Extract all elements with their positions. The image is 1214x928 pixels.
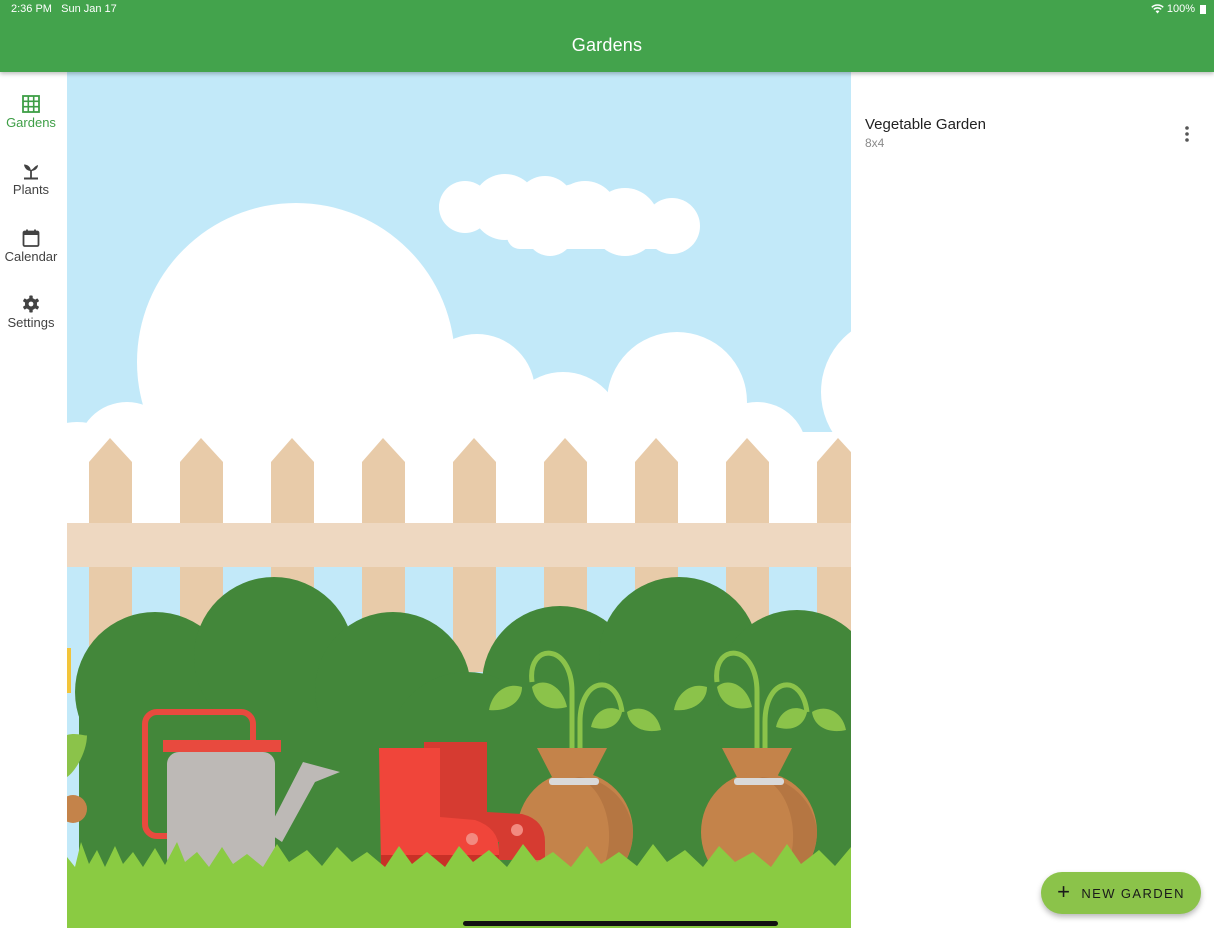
status-clock: 2:36 PM xyxy=(11,3,52,15)
plus-icon: + xyxy=(1057,879,1072,904)
garden-list-panel: Vegetable Garden 8x4 xyxy=(851,101,1214,928)
garden-scene-image xyxy=(67,72,851,928)
gear-icon xyxy=(23,295,39,313)
garden-size: 8x4 xyxy=(865,136,885,150)
battery-icon xyxy=(1200,4,1206,14)
nav-label: Plants xyxy=(12,182,50,197)
navigation-rail: Gardens Plants Calendar Settings xyxy=(0,72,67,928)
nav-item-plants[interactable]: Plants xyxy=(0,161,62,221)
more-vert-icon[interactable] xyxy=(1184,125,1190,143)
nav-label: Gardens xyxy=(6,115,56,130)
status-date: Sun Jan 17 xyxy=(61,3,117,15)
new-garden-button[interactable]: + NEW GARDEN xyxy=(1041,872,1201,914)
home-indicator xyxy=(463,921,778,926)
wifi-icon xyxy=(1151,4,1164,14)
garden-name: Vegetable Garden xyxy=(865,116,986,133)
battery-percent: 100% xyxy=(1166,3,1195,15)
garden-illustration xyxy=(67,72,851,928)
status-indicators: 100% xyxy=(1151,3,1206,15)
status-time: 2:36 PM Sun Jan 17 xyxy=(11,3,117,15)
page-title: Gardens xyxy=(571,35,643,55)
nav-label: Settings xyxy=(7,315,55,330)
new-garden-label: NEW GARDEN xyxy=(1081,885,1185,901)
nav-label: Calendar xyxy=(4,249,58,264)
grid-icon xyxy=(22,95,40,113)
calendar-icon xyxy=(22,229,40,247)
sprout-icon xyxy=(24,164,38,180)
app-bar: 2:36 PM Sun Jan 17 100% Gardens xyxy=(0,0,1214,72)
nav-item-gardens[interactable]: Gardens xyxy=(0,94,62,154)
nav-item-settings[interactable]: Settings xyxy=(0,294,62,354)
nav-item-calendar[interactable]: Calendar xyxy=(0,228,62,288)
